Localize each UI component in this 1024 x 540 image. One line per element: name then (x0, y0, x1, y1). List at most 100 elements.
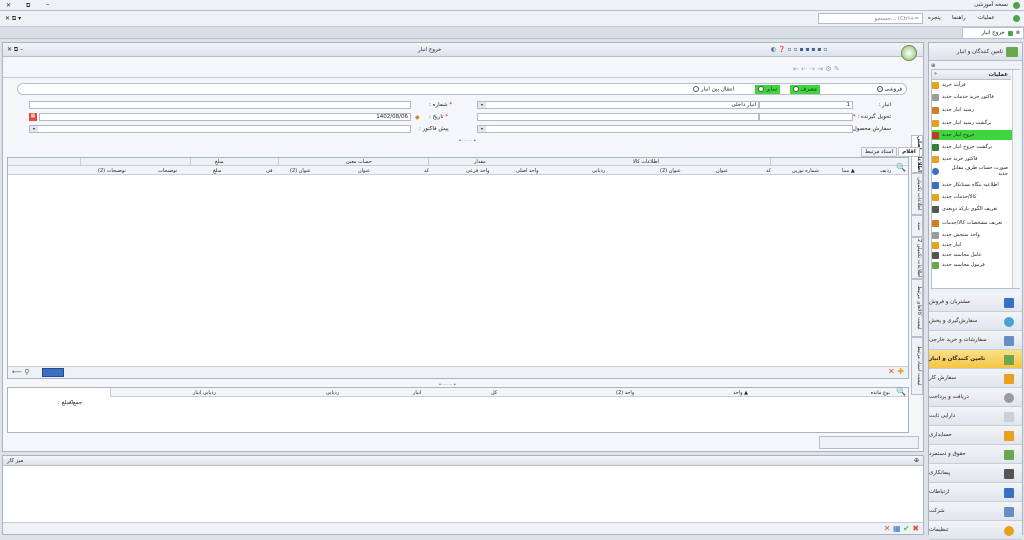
menu-window[interactable]: پنجره (928, 15, 941, 21)
window-tools-icon[interactable]: ◐ ❓ ▫ ▫ ▪ ▪ ▪ ▪ ▫ (771, 46, 827, 53)
tab-related-docs[interactable]: اسناد مرتبط (861, 147, 898, 157)
col-unit-price[interactable]: فی (266, 168, 273, 174)
barcode-icon[interactable] (42, 368, 64, 377)
op-new-formula[interactable]: فرمول محاسبه جدید (932, 260, 1012, 270)
col-basis[interactable]: ▲ مبنا (842, 168, 855, 174)
side-tab-extra[interactable]: اطلاعات تکمیلی (911, 173, 923, 215)
col-unit[interactable]: ▲ واحد (733, 390, 748, 396)
splitter-handle-2[interactable]: ▴ ........ ▴ (439, 381, 456, 386)
col-unit-2[interactable]: واحد (2) (616, 390, 634, 396)
number-field[interactable] (29, 101, 411, 109)
side-tab-related-items[interactable]: لیست کالاهای مرتبط (911, 279, 923, 337)
col-description-2[interactable]: توضیحات (2) (98, 168, 126, 174)
search-input[interactable]: جستجو... (Ctrl+= (818, 13, 923, 24)
col-title-2[interactable]: عنوان (2) (660, 168, 681, 174)
op-item-specs[interactable]: تعریف مشخصات کالا/خدمات (932, 216, 1012, 230)
receiver-name-field[interactable] (477, 113, 759, 121)
tab-close-icon[interactable]: ⊗ (1016, 30, 1020, 36)
ops-scrollbar[interactable] (1012, 70, 1020, 288)
col-row[interactable]: ردیف (880, 168, 891, 174)
nav-customers-sales[interactable]: مشتریان و فروش (929, 293, 1022, 312)
op-new-invoice[interactable]: فاکتور خرید جدید (932, 154, 1012, 164)
op-new-return-receipt[interactable]: برگشت رسید انبار جدید (932, 116, 1012, 130)
col-main-unit[interactable]: واحد اصلی (516, 168, 539, 174)
receiver-code-field[interactable] (759, 113, 853, 121)
pin-icon[interactable]: ⊕ (914, 457, 919, 464)
col-tracking[interactable]: ردیابی (592, 168, 605, 174)
col-title[interactable]: عنوان (716, 168, 728, 174)
grid-delete-icon[interactable]: ✕ ✚ (888, 367, 904, 376)
nav-work-order[interactable]: سفارش کار (929, 369, 1022, 388)
op-new-calc-factor[interactable]: عامل محاسبه جدید (932, 250, 1012, 260)
close-icon[interactable]: ✕ (6, 2, 11, 9)
side-tab-related-docs[interactable]: لیست اسناد مرتبط (911, 337, 923, 395)
menu-operations[interactable]: عملیات (978, 15, 995, 21)
op-new-creditor-notice[interactable]: اطلاعیه بنگاه بستانکار جدید (932, 178, 1012, 192)
grid-tools-icon[interactable]: ⟵ ⚲ (12, 368, 29, 376)
window-close-icon[interactable]: ✕ ⧉ – (7, 46, 23, 54)
op-new-store[interactable]: انبار جدید (932, 240, 1012, 250)
col-store[interactable]: انبار (413, 390, 421, 396)
nav-settings[interactable]: تنظیمات (929, 521, 1022, 540)
dropdown-icon[interactable]: ▾ (30, 126, 38, 132)
nav-ordering-distribution[interactable]: سفارش‌گیری و پخش (929, 312, 1022, 331)
radio-sale[interactable]: فروشی (876, 86, 902, 93)
nav-foreign-purchase[interactable]: سفارشات و خرید خارجی (929, 331, 1022, 350)
summary-search-icon[interactable]: 🔍 (896, 387, 906, 396)
splitter-handle[interactable]: ▴ ........ ▴ (459, 137, 476, 142)
col-tracking[interactable]: ردیابی (326, 390, 339, 396)
collapse-icon[interactable]: » (934, 71, 937, 77)
op-new-exit[interactable]: خروج انبار جدید (932, 130, 1012, 140)
minimize-icon[interactable]: – (46, 0, 50, 8)
menu-help[interactable]: راهنما (952, 15, 966, 21)
toolbar-nav-icon[interactable]: ⇤ ⇠ ⇢ ⇥ ⚙ ✎ (793, 65, 840, 73)
col-account-title[interactable]: عنوان (358, 168, 370, 174)
op-new-barcode-pattern[interactable]: تعریف الگوی بارکد دوبعدی (932, 202, 1012, 216)
radio-transfer[interactable]: انتقال بین انبار (693, 86, 734, 93)
nav-fixed-assets[interactable]: دارایی ثابت (929, 407, 1022, 426)
tab-items[interactable]: اقلام (898, 147, 920, 157)
nav-accounting[interactable]: حسابداری (929, 426, 1022, 445)
nav-communications[interactable]: ارتباطات (929, 483, 1022, 502)
dropdown-icon[interactable]: ▾ (478, 102, 486, 108)
store-code-field[interactable]: 1 (759, 101, 853, 109)
op-purchase-process[interactable]: فرآیند خرید (932, 80, 1012, 90)
op-new-unit[interactable]: واحد سنجش جدید (932, 230, 1012, 240)
radio-consume[interactable]: مصرف (789, 85, 820, 94)
side-tab-doc[interactable]: سند (911, 215, 923, 237)
date-nav-icon[interactable]: ◆ (415, 114, 420, 121)
col-amount[interactable]: مبلغ (213, 168, 222, 174)
restore-icon[interactable]: ⧉ (26, 2, 30, 10)
col-description[interactable]: توضیحات (158, 168, 177, 174)
col-total[interactable]: کل (491, 390, 497, 396)
op-new-service-invoice[interactable]: فاکتور خرید خدمات جدید (932, 90, 1012, 104)
nav-payroll[interactable]: حقوق و دستمزد (929, 445, 1022, 464)
op-new-receipt[interactable]: رسید انبار جدید (932, 104, 1012, 116)
op-new-item[interactable]: کالا/خدمات جدید (932, 192, 1012, 202)
col-weigh-no[interactable]: شماره توزین (792, 168, 819, 174)
store-name-field[interactable]: انبار داخلی ▾ (477, 101, 759, 109)
col-code[interactable]: کد (766, 168, 771, 174)
date-field[interactable]: 1402/08/06 (39, 113, 411, 121)
calendar-icon[interactable]: ▦ (29, 113, 37, 121)
op-new-statement[interactable]: صورت حساب طرف مقابل جدید (932, 164, 1012, 178)
nav-company[interactable]: شرکت (929, 502, 1022, 521)
dropdown-icon[interactable]: ▾ (478, 126, 486, 132)
nav-suppliers-store[interactable]: تامین کنندگان و انبار (929, 350, 1022, 369)
workspace-actions-icon[interactable]: ✕ ▦ ✔ ✖ (884, 524, 919, 533)
invoice-field[interactable]: ▾ (29, 125, 411, 133)
op-new-return-exit[interactable]: برگشت خروج انبار جدید (932, 140, 1012, 154)
radio-other[interactable]: سایر (755, 85, 780, 94)
col-account-title-2[interactable]: عنوان (2) (290, 168, 311, 174)
grid-search-icon[interactable]: 🔍 (896, 163, 906, 172)
col-store-tracking[interactable]: ردیابی انبار (193, 390, 216, 396)
col-account-code[interactable]: کد (424, 168, 429, 174)
nav-contracting[interactable]: پیمانکاری (929, 464, 1022, 483)
nav-receive-pay[interactable]: دریافت و پرداخت (929, 388, 1022, 407)
order-field[interactable]: ▾ (477, 125, 853, 133)
mdi-close-icon[interactable]: ✕ ⧉ ▾ (5, 15, 21, 23)
col-sub-unit[interactable]: واحد فرعی (466, 168, 489, 174)
side-tab-extra-2[interactable]: اطلاعات تکمیلی 2 (911, 237, 923, 279)
tab-exit-store[interactable]: خروج انبار ⊗ (962, 27, 1024, 39)
col-remain-type[interactable]: نوع مانده (871, 390, 890, 396)
